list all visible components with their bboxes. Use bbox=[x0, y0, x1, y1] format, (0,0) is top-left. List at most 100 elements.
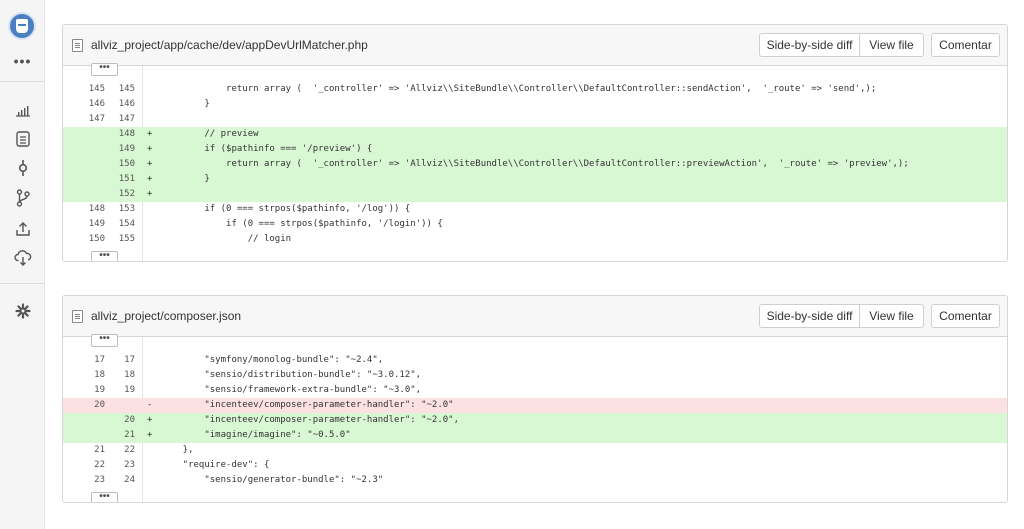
new-line-number: 17 bbox=[124, 355, 135, 365]
new-line-number: 24 bbox=[124, 475, 135, 485]
diff-marker: + bbox=[147, 159, 153, 169]
diff-marker: + bbox=[147, 129, 153, 139]
code-text: return array ( '_controller' => 'Allviz\… bbox=[161, 84, 877, 94]
old-line-number: 146 bbox=[88, 99, 105, 109]
diff-line: 21 22 }, bbox=[63, 443, 1007, 458]
diff-line: 146 146 } bbox=[63, 97, 1007, 112]
code-text: "incenteev/composer-parameter-handler": … bbox=[161, 400, 454, 410]
code-text: if (0 === strpos($pathinfo, '/log')) { bbox=[161, 204, 411, 214]
new-line-number: 19 bbox=[124, 385, 135, 395]
code-text: if ($pathinfo === '/preview') { bbox=[161, 144, 373, 154]
comment-button[interactable]: Comentar bbox=[931, 304, 1000, 328]
file-icon bbox=[72, 39, 83, 52]
view-file-button[interactable]: View file bbox=[860, 304, 924, 328]
diff-line: 149 + if ($pathinfo === '/preview') { bbox=[63, 142, 1007, 157]
diff-line: 152 + bbox=[63, 187, 1007, 202]
new-line-number: 150 bbox=[118, 159, 135, 169]
expand-context-button[interactable]: ••• bbox=[91, 251, 118, 261]
old-line-number: 147 bbox=[88, 114, 105, 124]
expand-context-button[interactable]: ••• bbox=[91, 334, 118, 347]
old-line-number: 20 bbox=[94, 400, 105, 410]
sidebar-divider bbox=[0, 81, 45, 82]
code-text: "symfony/monolog-bundle": "~2.4", bbox=[161, 355, 384, 365]
code-text: "sensio/generator-bundle": "~2.3" bbox=[161, 475, 384, 485]
diff-marker: + bbox=[147, 174, 153, 184]
diff-line: 19 19 "sensio/framework-extra-bundle": "~… bbox=[63, 383, 1007, 398]
comment-button[interactable]: Comentar bbox=[931, 33, 1000, 57]
old-line-number: 150 bbox=[88, 234, 105, 244]
diff-line: 149 154 if (0 === strpos($pathinfo, '/log… bbox=[63, 217, 1007, 232]
diff-line: 21 + "imagine/imagine": "~0.5.0" bbox=[63, 428, 1007, 443]
file-path[interactable]: allviz_project/composer.json bbox=[91, 309, 241, 323]
new-line-number: 148 bbox=[118, 129, 135, 139]
more-dots-icon[interactable]: ••• bbox=[0, 50, 45, 72]
diff-line: 23 24 "sensio/generator-bundle": "~2.3" bbox=[63, 473, 1007, 488]
diff-line: 22 23 "require-dev": { bbox=[63, 458, 1007, 473]
diff-line: 147 147 bbox=[63, 112, 1007, 127]
branch-icon[interactable] bbox=[0, 187, 45, 209]
old-line-number: 145 bbox=[88, 84, 105, 94]
file-diff-panel: allviz_project/app/cache/dev/appDevUrlMa… bbox=[62, 24, 1008, 262]
diff-line: 148 + // preview bbox=[63, 127, 1007, 142]
diff-line: 17 17 "symfony/monolog-bundle": "~2.4", bbox=[63, 353, 1007, 368]
stats-icon[interactable] bbox=[0, 99, 45, 121]
file-icon bbox=[72, 310, 83, 323]
new-line-number: 146 bbox=[118, 99, 135, 109]
sidebar-divider bbox=[0, 283, 45, 284]
diff-marker: + bbox=[147, 144, 153, 154]
expand-context-button[interactable]: ••• bbox=[91, 63, 118, 76]
diff-line: 151 + } bbox=[63, 172, 1007, 187]
new-line-number: 22 bbox=[124, 445, 135, 455]
diff-body: ••• 17 17 "symfony/monolog-bundle": "~2.4"… bbox=[63, 334, 1007, 502]
commit-icon[interactable] bbox=[0, 157, 45, 179]
old-line-number: 149 bbox=[88, 219, 105, 229]
view-file-button[interactable]: View file bbox=[860, 33, 924, 57]
code-text: // preview bbox=[161, 129, 259, 139]
new-line-number: 18 bbox=[124, 370, 135, 380]
code-text: } bbox=[161, 174, 210, 184]
new-line-number: 155 bbox=[118, 234, 135, 244]
old-line-number: 23 bbox=[94, 475, 105, 485]
code-text: "sensio/distribution-bundle": "~3.0.12", bbox=[161, 370, 422, 380]
code-text: if (0 === strpos($pathinfo, '/login')) { bbox=[161, 219, 443, 229]
diff-line: 18 18 "sensio/distribution-bundle": "~3.0… bbox=[63, 368, 1007, 383]
new-line-number: 151 bbox=[118, 174, 135, 184]
avatar[interactable] bbox=[8, 12, 36, 40]
side-by-side-diff-button[interactable]: Side-by-side diff bbox=[759, 304, 860, 328]
new-line-number: 145 bbox=[118, 84, 135, 94]
old-line-number: 21 bbox=[94, 445, 105, 455]
code-text: // login bbox=[161, 234, 292, 244]
code-text: "incenteev/composer-parameter-handler": … bbox=[161, 415, 460, 425]
diff-body: ••• 145 145 return array ( '_controller' =… bbox=[63, 63, 1007, 261]
new-line-number: 20 bbox=[124, 415, 135, 425]
code-text: } bbox=[161, 99, 210, 109]
diff-line: 20 - "incenteev/composer-parameter-handle… bbox=[63, 398, 1007, 413]
diff-line: 145 145 return array ( '_controller' => '… bbox=[63, 82, 1007, 97]
document-icon[interactable] bbox=[0, 128, 45, 150]
new-line-number: 154 bbox=[118, 219, 135, 229]
diff-line: 148 153 if (0 === strpos($pathinfo, '/log… bbox=[63, 202, 1007, 217]
old-line-number: 17 bbox=[94, 355, 105, 365]
file-path[interactable]: allviz_project/app/cache/dev/appDevUrlMa… bbox=[91, 38, 368, 52]
old-line-number: 22 bbox=[94, 460, 105, 470]
code-text: "sensio/framework-extra-bundle": "~3.0", bbox=[161, 385, 422, 395]
expand-context-button[interactable]: ••• bbox=[91, 492, 118, 502]
diff-line: 150 + return array ( '_controller' => 'Al… bbox=[63, 157, 1007, 172]
code-text: "require-dev": { bbox=[161, 460, 270, 470]
new-line-number: 147 bbox=[118, 114, 135, 124]
gear-icon[interactable] bbox=[0, 300, 45, 322]
cloud-deploy-icon[interactable] bbox=[0, 247, 45, 269]
old-line-number: 18 bbox=[94, 370, 105, 380]
diff-line: 20 + "incenteev/composer-parameter-handle… bbox=[63, 413, 1007, 428]
new-line-number: 21 bbox=[124, 430, 135, 440]
file-diff-panel: allviz_project/composer.json Side-by-sid… bbox=[62, 295, 1008, 503]
side-by-side-diff-button[interactable]: Side-by-side diff bbox=[759, 33, 860, 57]
diff-marker: + bbox=[147, 430, 153, 440]
new-line-number: 149 bbox=[118, 144, 135, 154]
code-text: "imagine/imagine": "~0.5.0" bbox=[161, 430, 351, 440]
new-line-number: 152 bbox=[118, 189, 135, 199]
new-line-number: 153 bbox=[118, 204, 135, 214]
upload-icon[interactable] bbox=[0, 218, 45, 240]
file-header: allviz_project/composer.json Side-by-sid… bbox=[63, 296, 1007, 337]
diff-marker: + bbox=[147, 415, 153, 425]
